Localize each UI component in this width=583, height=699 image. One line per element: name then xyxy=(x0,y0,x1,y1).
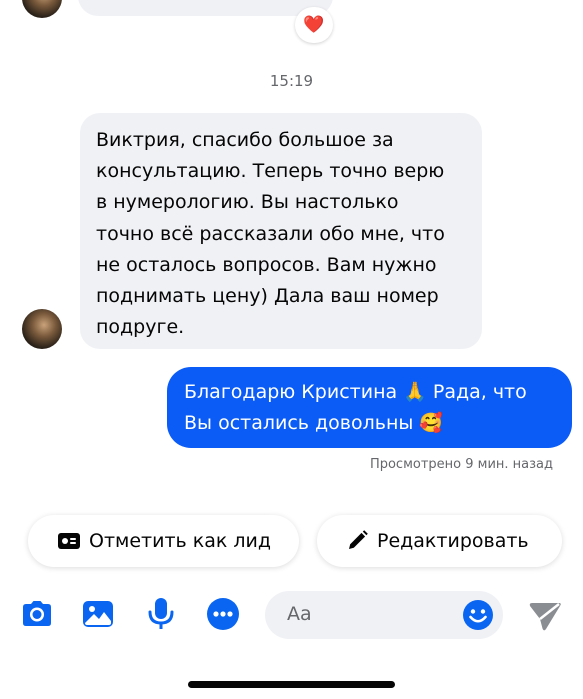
edit-button[interactable]: Редактировать xyxy=(317,515,562,567)
sender-avatar[interactable] xyxy=(22,309,62,349)
outgoing-message-bubble[interactable]: Благодарю Кристина 🙏 Рада, что Вы остали… xyxy=(167,367,572,448)
microphone-icon[interactable] xyxy=(143,596,179,632)
more-icon[interactable] xyxy=(205,596,241,632)
message-input-placeholder: Aa xyxy=(287,603,312,625)
previous-message-bubble[interactable] xyxy=(78,0,333,16)
heart-reaction-icon: ❤️ xyxy=(303,14,325,35)
incoming-message-text: Виктрия, спасибо большое за консультацию… xyxy=(96,129,445,339)
lead-card-icon xyxy=(58,533,80,549)
message-timestamp: 15:19 xyxy=(269,72,314,90)
heart-reaction-badge[interactable]: ❤️ xyxy=(295,7,333,43)
seen-status: Просмотрено 9 мин. назад xyxy=(369,457,553,472)
camera-icon[interactable] xyxy=(19,596,55,632)
message-input[interactable]: Aa xyxy=(265,591,503,639)
sender-avatar[interactable] xyxy=(22,0,62,18)
emoji-icon[interactable] xyxy=(462,599,494,631)
home-indicator xyxy=(188,681,395,688)
send-icon[interactable] xyxy=(528,600,562,632)
mark-as-lead-label: Отметить как лид xyxy=(89,530,272,552)
edit-label: Редактировать xyxy=(377,530,529,552)
pencil-icon xyxy=(349,530,368,549)
outgoing-message-line-2: Вы остались довольны 🥰 xyxy=(184,412,444,434)
gallery-icon[interactable] xyxy=(80,596,116,632)
mark-as-lead-button[interactable]: Отметить как лид xyxy=(28,515,299,567)
incoming-message-bubble[interactable]: Виктрия, спасибо большое за консультацию… xyxy=(80,113,482,349)
outgoing-message-line-1: Благодарю Кристина 🙏 Рада, что xyxy=(184,381,527,403)
outgoing-message-text: Благодарю Кристина 🙏 Рада, что Вы остали… xyxy=(184,377,564,439)
